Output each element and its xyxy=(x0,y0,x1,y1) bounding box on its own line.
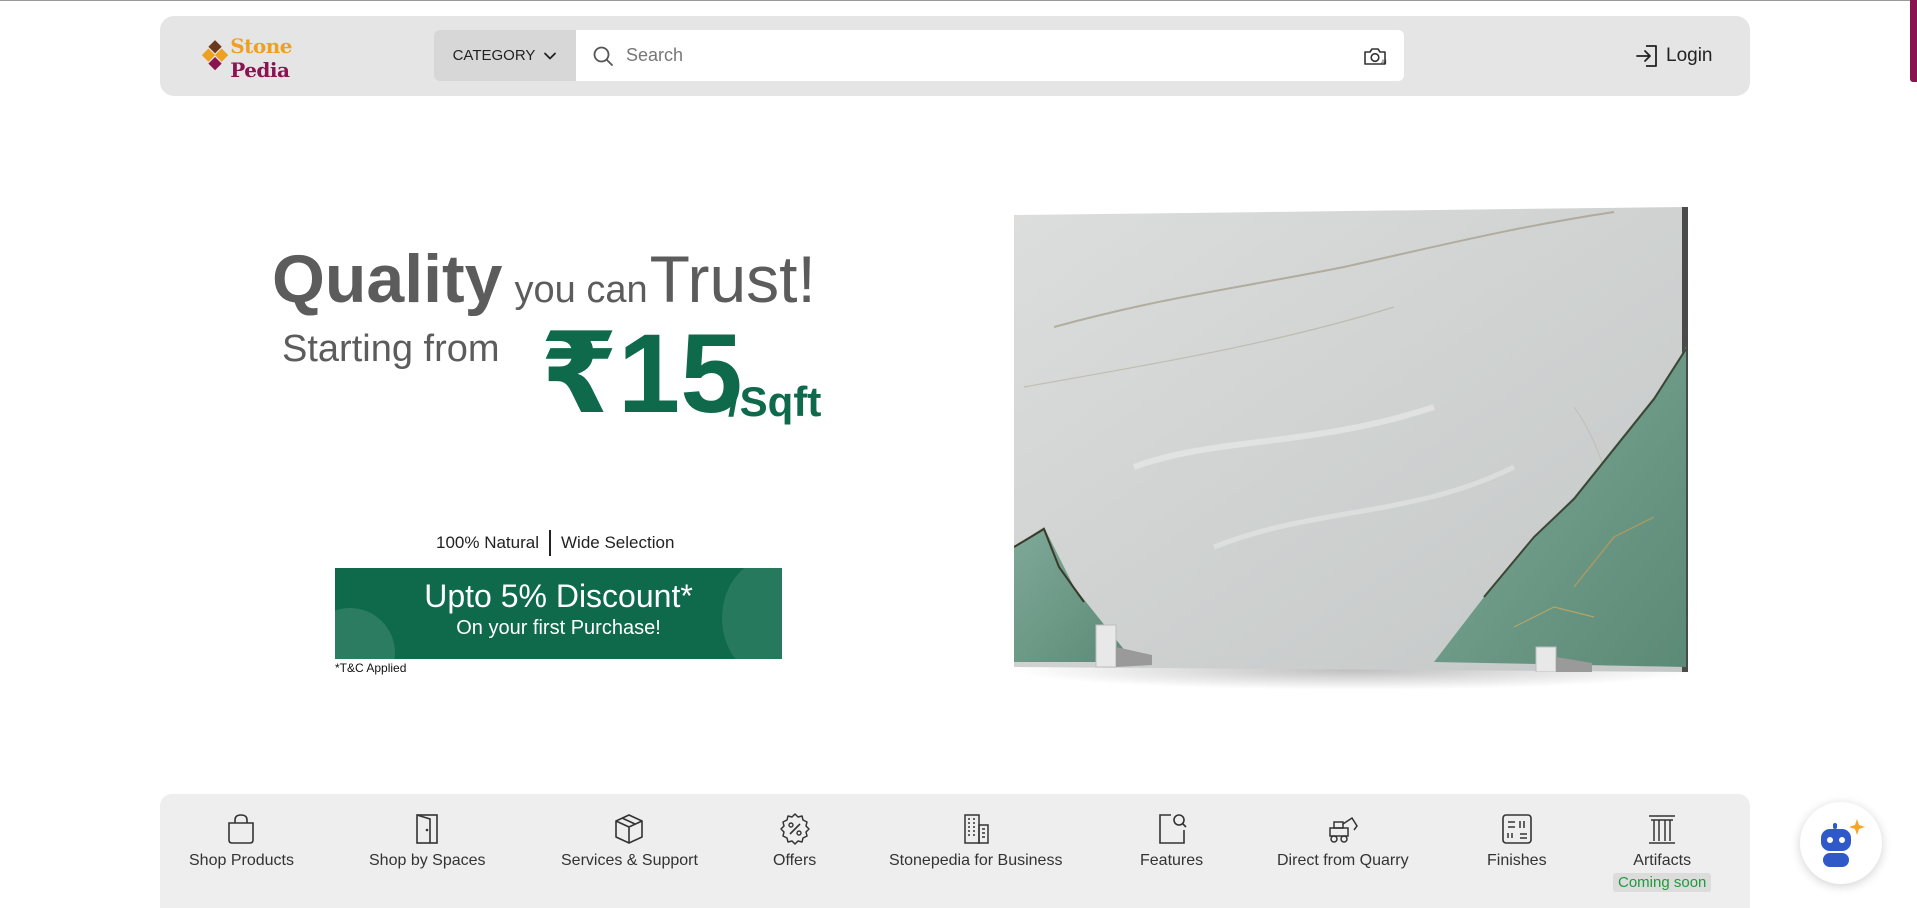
shopping-bag-icon xyxy=(228,814,255,844)
feature-selection: Wide Selection xyxy=(561,533,675,552)
excavator-icon xyxy=(1329,816,1358,843)
hero-word-trust: Trust! xyxy=(649,242,816,316)
category-dropdown[interactable]: CATEGORY xyxy=(434,30,576,81)
svg-text:AI: AI xyxy=(1381,60,1387,66)
discount-subtitle: On your first Purchase! xyxy=(456,617,661,639)
nav-artifacts[interactable]: Artifacts Coming soon xyxy=(1613,812,1712,892)
top-border xyxy=(0,0,1917,1)
buildings-icon xyxy=(963,814,989,844)
marble-slab-image xyxy=(1014,207,1688,672)
login-icon xyxy=(1636,45,1657,67)
stonepedia-logo[interactable]: Stone Pedia xyxy=(200,34,350,82)
nav-label: Services & Support xyxy=(561,852,698,869)
discount-banner[interactable]: Upto 5% Discount* On your first Purchase… xyxy=(335,568,782,659)
logo-diamond-icon xyxy=(201,40,229,71)
logo-text: Stone Pedia xyxy=(230,34,292,82)
nav-label: Direct from Quarry xyxy=(1277,852,1409,869)
search-document-icon xyxy=(1158,814,1187,844)
nav-label: Shop Products xyxy=(189,852,294,869)
percent-badge-icon xyxy=(779,813,810,845)
hero-word-you-can: you can xyxy=(514,269,648,311)
pillar-icon xyxy=(1649,815,1676,844)
coming-soon-badge: Coming soon xyxy=(1613,873,1712,892)
nav-shop-products[interactable]: Shop Products xyxy=(189,812,294,870)
feature-divider xyxy=(549,530,552,556)
hero-starting-from: Starting from xyxy=(282,328,500,370)
door-icon xyxy=(416,814,439,844)
nav-features[interactable]: Features xyxy=(1140,812,1203,870)
search-box: AI xyxy=(576,30,1404,81)
scrollbar-thumb[interactable] xyxy=(1910,0,1917,82)
feature-natural: 100% Natural xyxy=(436,533,540,552)
nav-finishes[interactable]: Finishes xyxy=(1487,812,1547,870)
login-label: Login xyxy=(1666,45,1713,66)
nav-stonepedia-business[interactable]: Stonepedia for Business xyxy=(889,812,1062,870)
chatbot-button[interactable] xyxy=(1800,802,1882,884)
bottom-category-nav: Shop Products Shop by Spaces Services & … xyxy=(160,794,1750,908)
nav-services-support[interactable]: Services & Support xyxy=(561,812,698,870)
login-button[interactable]: Login xyxy=(1634,43,1713,69)
nav-label: Offers xyxy=(773,852,817,869)
robot-icon xyxy=(1821,819,1865,867)
nav-shop-by-spaces[interactable]: Shop by Spaces xyxy=(369,812,486,870)
nav-offers[interactable]: Offers xyxy=(773,812,816,870)
header-bar: Stone Pedia CATEGORY AI Login xyxy=(160,16,1750,96)
nav-label: Finishes xyxy=(1487,852,1547,869)
nav-label: Features xyxy=(1140,852,1204,869)
nav-label: Shop by Spaces xyxy=(369,852,486,869)
finishes-grid-icon xyxy=(1501,814,1532,844)
category-label: CATEGORY xyxy=(452,47,536,64)
hero-price-unit: /Sqft xyxy=(728,378,822,425)
box-icon xyxy=(615,814,644,844)
chevron-down-icon xyxy=(544,52,557,59)
hero-price: ₹15 xyxy=(540,311,743,436)
hero-headline: Quality you can Trust! xyxy=(272,240,816,318)
camera-search-icon[interactable]: AI xyxy=(1362,45,1388,67)
search-bar: CATEGORY AI xyxy=(434,30,1404,81)
hero-word-quality: Quality xyxy=(272,241,503,317)
hero-features: 100% Natural Wide Selection xyxy=(436,530,674,556)
terms-note: *T&C Applied xyxy=(335,661,407,675)
nav-label: Artifacts xyxy=(1633,852,1692,869)
nav-direct-from-quarry[interactable]: Direct from Quarry xyxy=(1277,812,1409,870)
discount-title: Upto 5% Discount* xyxy=(424,578,693,614)
search-icon xyxy=(593,46,613,66)
search-input[interactable] xyxy=(626,45,1362,66)
nav-label: Stonepedia for Business xyxy=(889,852,1063,869)
